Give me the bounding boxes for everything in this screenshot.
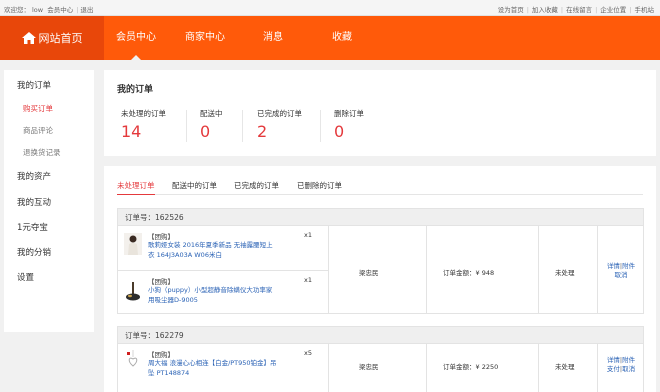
order-number: 订单号：162526 — [118, 209, 643, 226]
nav-home-label: 网站首页 — [38, 32, 83, 45]
pay-link[interactable]: 支付 — [607, 365, 620, 373]
divider — [242, 110, 243, 142]
nav-messages[interactable]: 消息 — [243, 16, 303, 60]
member-center-link[interactable]: 会员中心 — [47, 6, 73, 14]
divider — [426, 226, 427, 313]
divider — [426, 344, 427, 392]
order-summary: 我的订单 未处理的订单 14 配送中 0 已完成的订单 2 删除订单 0 — [104, 70, 656, 156]
divider — [328, 344, 329, 392]
top-bar: 欢迎您： low 会员中心 | 退出 设为首页 | 加入收藏 | 在线留言 | 企业位置 | 手机站 — [0, 0, 660, 16]
add-favorite-link[interactable]: 加入收藏 — [532, 6, 558, 14]
divider — [538, 344, 539, 392]
nav-favorites[interactable]: 收藏 — [312, 16, 372, 60]
order-actions: 详情|附件 支付|取消 — [606, 356, 636, 373]
attachment-link[interactable]: 附件 — [622, 262, 635, 270]
sidebar-settings[interactable]: 设置 — [17, 271, 34, 283]
order-status: 未处理 — [555, 269, 575, 277]
sidebar-one-yuan[interactable]: 1元夺宝 — [17, 221, 48, 233]
order-buyer: 梁忠民 — [359, 269, 379, 277]
product-quantity: x1 — [304, 231, 312, 239]
attachment-link[interactable]: 附件 — [622, 356, 635, 364]
summary-title: 我的订单 — [117, 85, 154, 95]
company-location-link[interactable]: 企业位置 — [600, 6, 626, 14]
divider — [328, 226, 329, 313]
product-thumbnail[interactable] — [124, 280, 142, 302]
mobile-site-link[interactable]: 手机站 — [635, 6, 655, 14]
divider — [320, 110, 321, 142]
divider — [538, 226, 539, 313]
order-product: 【团购】 周大福 浪漫心心相连【白金/PT950铂金】吊坠 PT148874 x… — [118, 345, 328, 392]
stat-label: 删除订单 — [334, 109, 364, 118]
sidebar-my-orders[interactable]: 我的订单 — [17, 79, 51, 91]
tab-unprocessed[interactable]: 未处理订单 — [117, 180, 155, 195]
sidebar-returns[interactable]: 退换货记录 — [23, 147, 61, 158]
stat-deleted[interactable]: 删除订单 0 — [334, 108, 414, 141]
username: low — [32, 6, 44, 14]
order-amount: 订单金额：¥ 948 — [443, 269, 495, 277]
tab-delivering[interactable]: 配送中的订单 — [172, 180, 217, 195]
welcome-text: 欢迎您： — [4, 6, 30, 14]
stat-value: 14 — [121, 122, 142, 141]
order-buyer: 梁忠民 — [359, 363, 379, 371]
nav-member-center[interactable]: 会员中心 — [106, 16, 166, 60]
product-quantity: x5 — [304, 349, 312, 357]
stat-label: 未处理的订单 — [121, 109, 166, 118]
set-homepage-link[interactable]: 设为首页 — [498, 6, 524, 14]
nav-home[interactable]: 网站首页 — [0, 16, 104, 60]
nav-merchant-center[interactable]: 商家中心 — [175, 16, 235, 60]
tab-completed[interactable]: 已完成的订单 — [234, 180, 279, 195]
product-title-link[interactable]: 周大福 浪漫心心相连【白金/PT950铂金】吊坠 PT148874 — [148, 358, 278, 378]
order-number: 订单号：162279 — [118, 327, 643, 344]
sidebar-product-reviews[interactable]: 商品评论 — [23, 125, 53, 136]
order-amount: 订单金额：¥ 2250 — [443, 363, 499, 371]
product-thumbnail[interactable] — [124, 233, 142, 255]
divider — [186, 110, 187, 142]
tab-deleted[interactable]: 已删除的订单 — [297, 180, 342, 195]
cancel-link[interactable]: 取消 — [622, 365, 635, 373]
product-title-link[interactable]: 小狗（puppy）小型超静音除螨仪大功率家用吸尘器D-9005 — [148, 285, 278, 305]
product-thumbnail[interactable] — [124, 349, 142, 371]
detail-link[interactable]: 详情 — [607, 262, 620, 270]
stat-completed[interactable]: 已完成的订单 2 — [257, 108, 337, 141]
logout-link[interactable]: 退出 — [80, 6, 93, 14]
product-quantity: x1 — [304, 276, 312, 284]
order-status: 未处理 — [555, 363, 575, 371]
stat-value: 2 — [257, 122, 268, 141]
stat-label: 已完成的订单 — [257, 109, 302, 118]
order-card: 订单号：162279 【团购】 周大福 浪漫心心相连【白金/PT950铂金】吊坠… — [117, 326, 644, 392]
divider — [597, 344, 598, 392]
order-product: 【团购】 歌莉娅女装 2016年夏季新品 无袖露腰短上衣 164J3A03A W… — [118, 227, 328, 271]
detail-link[interactable]: 详情 — [607, 356, 620, 364]
sidebar-distribution[interactable]: 我的分销 — [17, 246, 51, 258]
sidebar: 我的订单 购买订单 商品评论 退换货记录 我的资产 我的互动 1元夺宝 我的分销… — [4, 70, 94, 332]
stat-unprocessed[interactable]: 未处理的订单 14 — [121, 108, 201, 141]
message-link[interactable]: 在线留言 — [566, 6, 592, 14]
sidebar-purchase-orders[interactable]: 购买订单 — [23, 103, 53, 114]
orders-panel: 未处理订单 配送中的订单 已完成的订单 已删除的订单 订单号：162526 【团… — [104, 166, 656, 392]
main-nav: 网站首页 会员中心 商家中心 消息 收藏 — [0, 16, 660, 60]
order-tabs: 未处理订单 配送中的订单 已完成的订单 已删除的订单 — [117, 180, 643, 195]
sidebar-my-interactions[interactable]: 我的互动 — [17, 196, 51, 208]
sidebar-my-assets[interactable]: 我的资产 — [17, 170, 51, 182]
divider — [597, 226, 598, 313]
order-actions: 详情|附件 取消 — [606, 262, 636, 279]
product-title-link[interactable]: 歌莉娅女装 2016年夏季新品 无袖露腰短上衣 164J3A03A W06米白 — [148, 240, 278, 260]
stat-value: 0 — [334, 122, 345, 141]
order-card: 订单号：162526 【团购】 歌莉娅女装 2016年夏季新品 无袖露腰短上衣 … — [117, 208, 644, 314]
order-product: 【团购】 小狗（puppy）小型超静音除螨仪大功率家用吸尘器D-9005 x1 — [118, 272, 328, 314]
cancel-link[interactable]: 取消 — [615, 271, 628, 279]
home-icon — [21, 32, 36, 44]
